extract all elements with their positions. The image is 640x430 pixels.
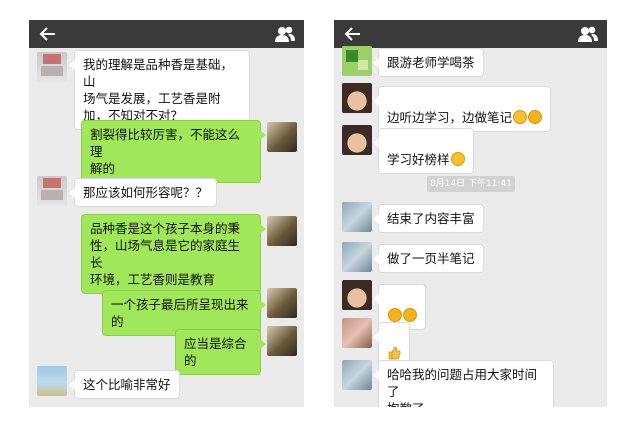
arrow-left-icon[interactable] xyxy=(344,25,362,43)
avatar[interactable] xyxy=(37,52,67,82)
message-text: 学习好榜样 xyxy=(387,152,450,167)
arrow-left-icon[interactable] xyxy=(39,25,57,43)
avatar[interactable] xyxy=(267,326,297,356)
avatar[interactable] xyxy=(342,46,372,76)
grin-emoji xyxy=(450,152,465,166)
message-bubble-incoming[interactable]: 我的理解是品种香是基础，山 场气是发展，工艺香是附 加，不知对不对？ xyxy=(69,50,250,130)
group-members-icon[interactable] xyxy=(577,25,599,43)
chat-screen-right: 跟游老师学喝茶 边听边学习，边做笔记 学习好榜样 8月14日 下午11:41 结… xyxy=(334,20,607,407)
avatar[interactable] xyxy=(267,216,297,246)
avatar[interactable] xyxy=(37,366,67,396)
smile-emoji xyxy=(513,110,528,124)
avatar[interactable] xyxy=(342,318,372,348)
cry-laugh-emoji xyxy=(528,110,543,124)
avatar[interactable] xyxy=(342,242,372,272)
chat-screen-left: 我的理解是品种香是基础，山 场气是发展，工艺香是附 加，不知对不对？ 割裂得比较… xyxy=(29,20,304,407)
avatar[interactable] xyxy=(267,122,297,152)
message-bubble-outgoing[interactable]: 割裂得比较厉害，不能这么理 解的 xyxy=(81,120,266,183)
avatar[interactable] xyxy=(342,125,372,155)
message-bubble-incoming[interactable]: 结束了内容丰富 xyxy=(373,204,484,233)
avatar[interactable] xyxy=(342,83,372,113)
avatar[interactable] xyxy=(342,202,372,232)
avatar[interactable] xyxy=(342,360,372,390)
avatar[interactable] xyxy=(342,280,372,310)
cry-laugh-emoji xyxy=(403,308,417,322)
message-bubble-incoming[interactable]: 跟游老师学喝茶 xyxy=(373,48,484,77)
thumbs-up-emoji xyxy=(388,346,401,360)
timestamp-label: 8月14日 下午11:41 xyxy=(427,176,515,192)
message-bubble-incoming[interactable]: 做了一页半笔记 xyxy=(373,244,484,273)
message-bubble-incoming[interactable]: 边听边学习，边做笔记 xyxy=(372,86,552,132)
cry-laugh-emoji xyxy=(388,308,402,322)
message-bubble-incoming[interactable]: 这个比喻非常好 xyxy=(69,370,180,399)
chat-topbar xyxy=(334,20,607,48)
avatar[interactable] xyxy=(37,176,67,206)
message-bubble-outgoing[interactable]: 品种香是这个孩子本身的秉 性，山场气息是它的家庭生长 环境，工艺香则是教育 xyxy=(81,214,266,294)
message-bubble-incoming[interactable]: 那应该如何形容呢？？ xyxy=(68,178,218,207)
message-text: 边听边学习，边做笔记 xyxy=(387,110,513,125)
message-bubble-outgoing[interactable]: 应当是综合的 xyxy=(175,329,266,375)
group-members-icon[interactable] xyxy=(274,25,296,43)
message-bubble-incoming[interactable]: 学习好榜样 xyxy=(373,128,474,174)
avatar[interactable] xyxy=(267,288,297,318)
message-bubble-incoming[interactable]: 哈哈我的问题占用大家时间了 抱歉了。 xyxy=(373,360,554,407)
chat-topbar xyxy=(29,20,304,48)
